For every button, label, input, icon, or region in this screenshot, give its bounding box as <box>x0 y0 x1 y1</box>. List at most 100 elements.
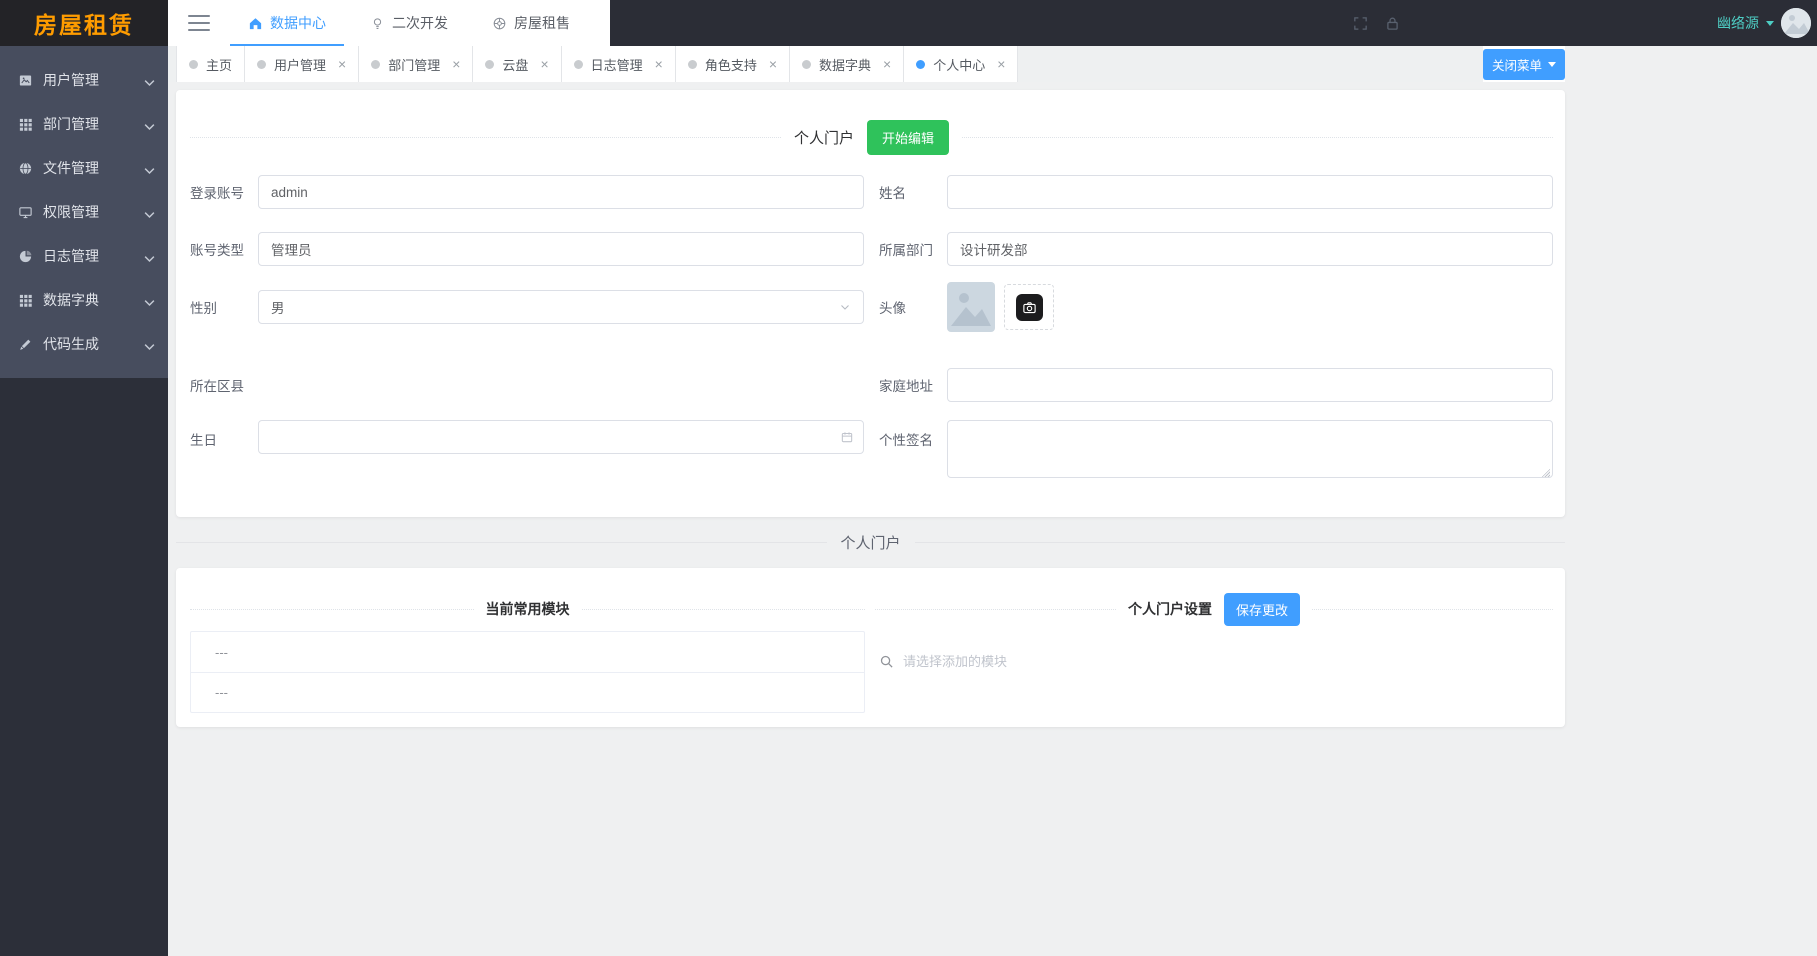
current-modules-title: 当前常用模块 <box>486 599 570 619</box>
current-modules-panel: 当前常用模块 --- --- <box>190 568 865 727</box>
tab-bar: 主页 用户管理 × 部门管理 × 云盘 × 日志管理 × 角色支持 × 数据字典… <box>168 46 1565 82</box>
grid-icon <box>18 117 33 132</box>
start-edit-button[interactable]: 开始编辑 <box>867 120 949 155</box>
form-row: 所在区县 家庭地址 <box>176 368 1565 402</box>
pie-icon <box>18 249 33 264</box>
module-search <box>875 654 1553 669</box>
portal-card-header: 个人门户 开始编辑 <box>176 90 1565 155</box>
divider <box>190 609 474 610</box>
tab-label: 数据字典 <box>819 55 871 74</box>
tab-dot <box>257 60 266 69</box>
sidebar-item-data-dict[interactable]: 数据字典 <box>0 278 168 322</box>
close-icon[interactable]: × <box>997 57 1005 71</box>
chevron-down-icon <box>142 251 153 262</box>
tabbar-right-area: 关闭菜单 <box>1483 46 1565 82</box>
form-row: 性别 男 头像 <box>176 282 1565 332</box>
close-icon[interactable]: × <box>540 57 548 71</box>
avatar[interactable] <box>1781 8 1811 38</box>
name-input[interactable] <box>947 175 1553 209</box>
close-icon[interactable]: × <box>655 57 663 71</box>
close-icon[interactable]: × <box>769 57 777 71</box>
tab-dept-mgmt[interactable]: 部门管理 × <box>359 46 473 82</box>
chevron-down-icon <box>1766 21 1774 26</box>
camera-icon <box>1016 294 1043 321</box>
tab-dot <box>916 60 925 69</box>
fullscreen-icon[interactable] <box>1352 15 1369 32</box>
chevron-down-icon <box>142 339 153 350</box>
sidebar-item-label: 权限管理 <box>43 202 99 222</box>
tab-cloud-disk[interactable]: 云盘 × <box>473 46 561 82</box>
sidebar-item-label: 日志管理 <box>43 246 99 266</box>
divider <box>176 542 827 543</box>
current-modules-header: 当前常用模块 <box>190 592 865 626</box>
home-address-input[interactable] <box>947 368 1553 402</box>
tab-label: 主页 <box>206 55 232 74</box>
tab-label: 用户管理 <box>274 55 326 74</box>
sidebar-item-file-mgmt[interactable]: 文件管理 <box>0 146 168 190</box>
tab-dot <box>574 60 583 69</box>
tab-home[interactable]: 主页 <box>176 46 245 82</box>
avatar-upload-button[interactable] <box>1004 284 1054 330</box>
form-row: 账号类型 所属部门 <box>176 232 1565 266</box>
navbar-tools <box>1352 0 1401 46</box>
sidebar-item-dept-mgmt[interactable]: 部门管理 <box>0 102 168 146</box>
sidebar-item-user-mgmt[interactable]: 用户管理 <box>0 58 168 102</box>
gender-value: 男 <box>271 297 285 317</box>
portal-settings-panel: 个人门户设置 保存更改 <box>875 568 1553 727</box>
personal-portal-card: 个人门户 开始编辑 登录账号 姓名 账号类型 所属部门 性别 男 <box>176 90 1565 517</box>
image-icon <box>18 73 33 88</box>
user-menu[interactable]: 幽络源 <box>1717 0 1811 46</box>
nav-item-label: 二次开发 <box>392 13 448 33</box>
sidebar-item-label: 部门管理 <box>43 114 99 134</box>
tab-personal-center[interactable]: 个人中心 × <box>904 46 1018 82</box>
gender-select[interactable]: 男 <box>258 290 864 324</box>
hamburger-menu-icon[interactable] <box>168 0 226 46</box>
gender-label: 性别 <box>190 297 258 317</box>
tab-data-dict[interactable]: 数据字典 × <box>790 46 904 82</box>
tab-dot <box>688 60 697 69</box>
birthday-date-input[interactable] <box>258 420 864 454</box>
module-list: --- --- <box>190 631 865 713</box>
tab-dot <box>189 60 198 69</box>
birthday-label: 生日 <box>190 420 258 449</box>
sphere-icon <box>18 161 33 176</box>
close-icon[interactable]: × <box>883 57 891 71</box>
portal-card-title: 个人门户 <box>794 127 854 148</box>
close-icon[interactable]: × <box>452 57 460 71</box>
nav-item-house-rent[interactable]: 房屋租售 <box>470 0 592 46</box>
account-type-input[interactable] <box>258 232 864 266</box>
sidebar-item-label: 代码生成 <box>43 334 99 354</box>
module-search-input[interactable] <box>903 654 1553 669</box>
tab-label: 云盘 <box>502 55 528 74</box>
sidebar-item-log-mgmt[interactable]: 日志管理 <box>0 234 168 278</box>
department-input[interactable] <box>947 232 1553 266</box>
tab-label: 角色支持 <box>705 55 757 74</box>
close-menu-button[interactable]: 关闭菜单 <box>1483 49 1565 80</box>
sidebar-item-permission-mgmt[interactable]: 权限管理 <box>0 190 168 234</box>
tab-dot <box>371 60 380 69</box>
list-item[interactable]: --- <box>191 672 864 712</box>
list-item[interactable]: --- <box>191 632 864 672</box>
sidebar-item-code-gen[interactable]: 代码生成 <box>0 322 168 366</box>
signature-textarea[interactable] <box>947 420 1553 478</box>
tab-user-mgmt[interactable]: 用户管理 × <box>245 46 359 82</box>
avatar-preview-image[interactable] <box>947 282 995 332</box>
globe-icon <box>492 16 507 31</box>
nav-item-secondary-dev[interactable]: 二次开发 <box>348 0 470 46</box>
divider <box>915 542 1566 543</box>
tab-label: 日志管理 <box>591 55 643 74</box>
tab-log-mgmt[interactable]: 日志管理 × <box>562 46 676 82</box>
district-label: 所在区县 <box>190 375 258 395</box>
tab-role-support[interactable]: 角色支持 × <box>676 46 790 82</box>
divider <box>875 609 1116 610</box>
nav-item-data-center[interactable]: 数据中心 <box>226 0 348 46</box>
save-changes-button[interactable]: 保存更改 <box>1224 593 1300 626</box>
pen-icon <box>18 337 33 352</box>
login-account-input[interactable] <box>258 175 864 209</box>
bulb-icon <box>370 16 385 31</box>
account-type-label: 账号类型 <box>190 239 258 259</box>
modules-card: 当前常用模块 --- --- 个人门户设置 保存更改 <box>176 568 1565 727</box>
close-icon[interactable]: × <box>338 57 346 71</box>
lock-icon[interactable] <box>1384 15 1401 32</box>
divider <box>1312 609 1553 610</box>
